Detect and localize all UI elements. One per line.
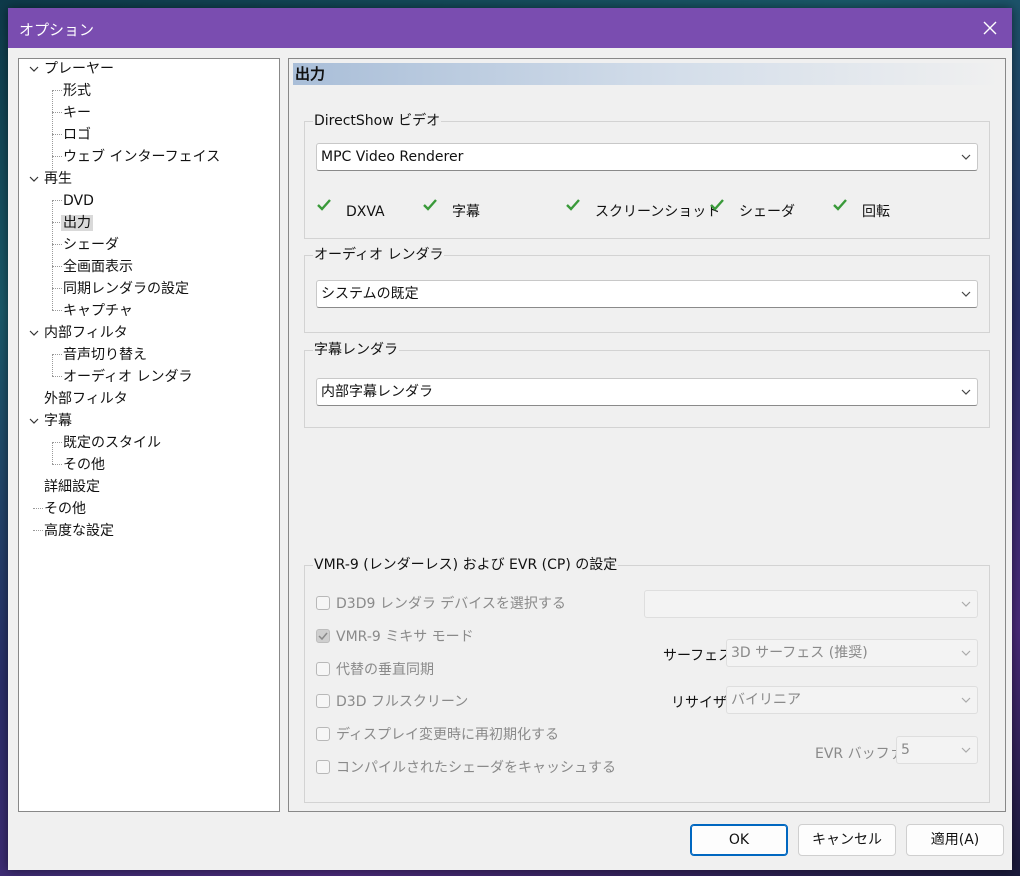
- vmr-evr-group: VMR-9 (レンダーレス) および EVR (CP) の設定 D3D9 レンダ…: [304, 556, 990, 803]
- tree-item-web-interface[interactable]: ウェブ インターフェイス: [63, 147, 220, 167]
- directshow-legend: DirectShow ビデオ: [313, 112, 442, 130]
- chevron-down-icon[interactable]: [29, 328, 39, 338]
- chevron-down-icon: [961, 696, 971, 704]
- surface-select[interactable]: 3D サーフェス (推奨): [726, 639, 978, 667]
- subtitle-renderer-select[interactable]: 内部字幕レンダラ: [316, 378, 978, 406]
- audio-renderer-legend: オーディオ レンダラ: [313, 246, 445, 264]
- check-icon: [318, 632, 328, 641]
- chevron-down-icon: [961, 388, 971, 396]
- tree-item-default-style[interactable]: 既定のスタイル: [63, 433, 161, 453]
- close-icon: [983, 21, 997, 35]
- audio-renderer-select[interactable]: システムの既定: [316, 280, 978, 308]
- d3d9-device-select[interactable]: [644, 590, 978, 618]
- audio-renderer-group: オーディオ レンダラ システムの既定: [304, 246, 990, 333]
- tree-item-playback[interactable]: 再生: [29, 169, 72, 189]
- tree-item-dvd[interactable]: DVD: [63, 191, 94, 211]
- chevron-down-icon: [961, 153, 971, 161]
- tree-item-keys[interactable]: キー: [63, 103, 91, 123]
- tree-item-output[interactable]: 出力: [61, 213, 93, 233]
- tree-item-audio-renderer[interactable]: オーディオ レンダラ: [63, 367, 192, 387]
- resizer-label: リサイザ:: [671, 695, 732, 711]
- tree-item-fullscreen[interactable]: 全画面表示: [63, 257, 133, 277]
- resizer-select[interactable]: バイリニア: [726, 686, 978, 714]
- ok-button[interactable]: OK: [690, 824, 788, 856]
- chevron-down-icon[interactable]: [29, 64, 39, 74]
- tree-item-misc[interactable]: その他: [44, 499, 86, 519]
- tree-item-advanced-settings[interactable]: 詳細設定: [44, 477, 100, 497]
- page-title: 出力: [293, 63, 1001, 85]
- close-button[interactable]: [968, 8, 1012, 48]
- checkmark-icon: [709, 197, 725, 213]
- options-tree[interactable]: プレーヤー 形式 キー ロゴ ウェブ インターフェイス 再生 DVD 出力 シェ…: [18, 58, 280, 812]
- tree-item-shaders[interactable]: シェーダ: [63, 235, 119, 255]
- chevron-down-icon: [961, 649, 971, 657]
- cancel-button[interactable]: キャンセル: [798, 824, 896, 856]
- tree-item-audio-switcher[interactable]: 音声切り替え: [63, 345, 147, 365]
- evr-buffer-select[interactable]: 5: [896, 736, 978, 764]
- checkmark-icon: [422, 197, 438, 213]
- tree-item-subtitles-misc[interactable]: その他: [63, 455, 105, 475]
- evr-buffer-label: EVR バッファ:: [815, 746, 909, 762]
- apply-button[interactable]: 適用(A): [906, 824, 1004, 856]
- tree-item-internal-filters[interactable]: 内部フィルタ: [29, 323, 128, 343]
- tree-item-external-filters[interactable]: 外部フィルタ: [44, 389, 128, 409]
- window-title: オプション: [19, 21, 95, 39]
- chevron-down-icon: [961, 600, 971, 608]
- tree-item-subtitles[interactable]: 字幕: [29, 411, 72, 431]
- checkmark-icon: [565, 197, 581, 213]
- tree-item-advanced[interactable]: 高度な設定: [44, 521, 114, 541]
- tree-item-formats[interactable]: 形式: [63, 81, 91, 101]
- options-dialog: オプション プレーヤー 形式 キー ロゴ ウェブ インターフェイス 再生 DVD…: [8, 8, 1012, 870]
- checkmark-icon: [316, 197, 332, 213]
- chevron-down-icon: [961, 290, 971, 298]
- title-bar: オプション: [8, 8, 1012, 48]
- directshow-renderer-select[interactable]: MPC Video Renderer: [316, 143, 978, 171]
- chevron-down-icon[interactable]: [29, 416, 39, 426]
- output-panel: 出力 DirectShow ビデオ MPC Video Renderer DXV…: [288, 58, 1006, 812]
- vmr-evr-legend: VMR-9 (レンダーレス) および EVR (CP) の設定: [313, 556, 619, 574]
- tree-item-capture[interactable]: キャプチャ: [63, 301, 133, 321]
- subtitle-renderer-legend: 字幕レンダラ: [313, 341, 399, 359]
- subtitle-renderer-group: 字幕レンダラ 内部字幕レンダラ: [304, 341, 990, 428]
- checkmark-icon: [832, 197, 848, 213]
- chevron-down-icon[interactable]: [29, 174, 39, 184]
- tree-item-player[interactable]: プレーヤー: [29, 59, 114, 79]
- tree-item-logo[interactable]: ロゴ: [63, 125, 91, 145]
- directshow-group: DirectShow ビデオ MPC Video Renderer DXVA 字…: [304, 112, 990, 239]
- tree-item-sync-renderer[interactable]: 同期レンダラの設定: [63, 279, 189, 299]
- chevron-down-icon: [961, 746, 971, 754]
